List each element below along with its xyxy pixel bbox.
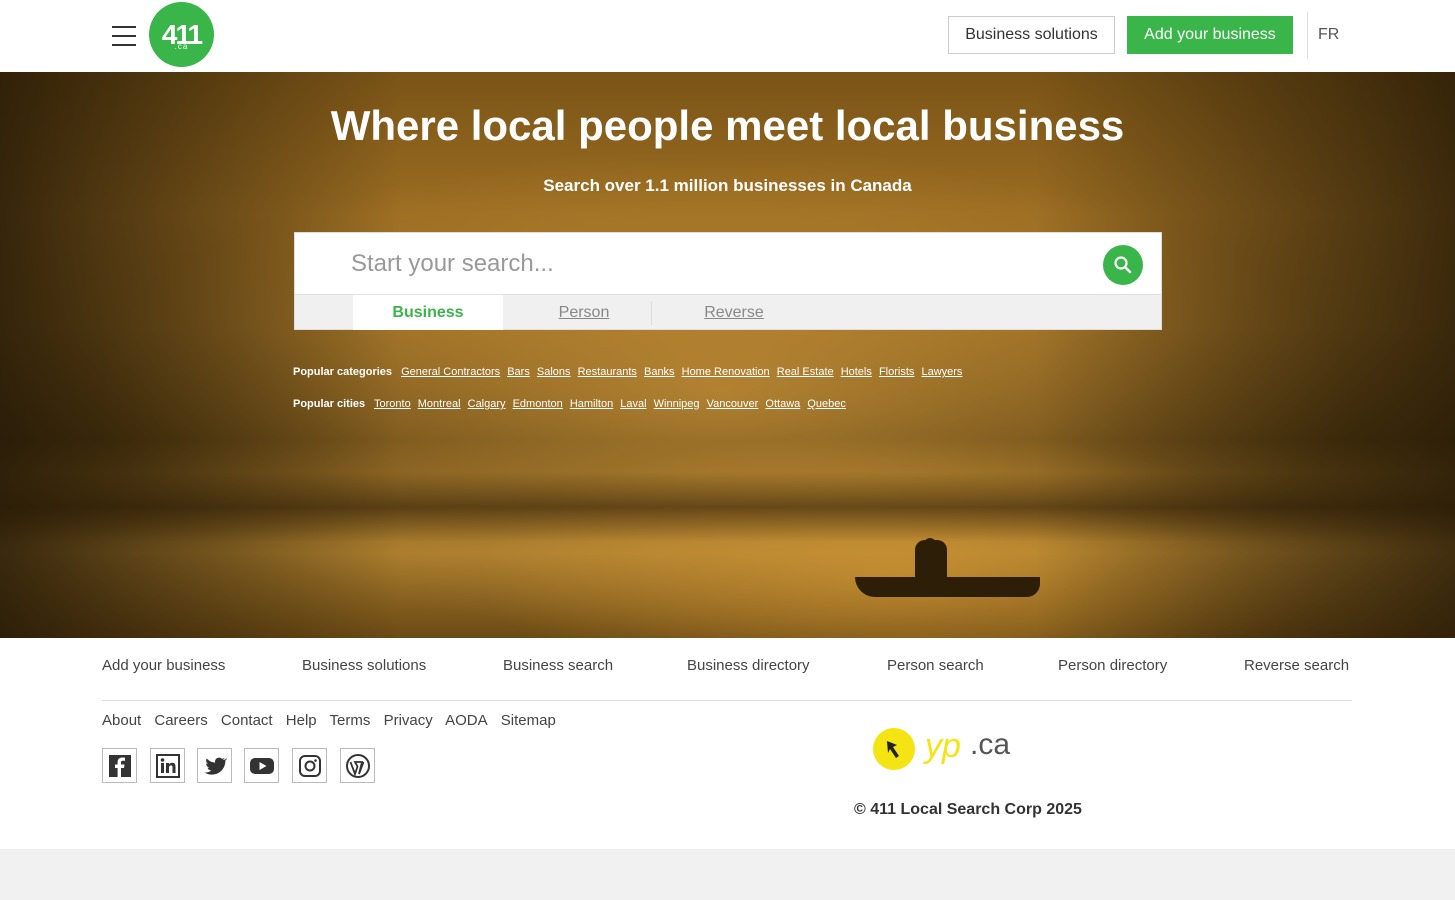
site-header: 411 .ca Business solutions Add your busi… [0, 0, 1455, 72]
linkedin-icon[interactable] [150, 748, 185, 783]
tab-reverse[interactable]: Reverse [659, 295, 809, 330]
popular-categories-label: Popular categories [293, 366, 393, 378]
tab-person[interactable]: Person [509, 295, 659, 330]
footer-link-privacy[interactable]: Privacy [384, 712, 433, 729]
city-link[interactable]: Ottawa [765, 398, 800, 410]
hero-subtitle: Search over 1.1 million businesses in Ca… [543, 176, 912, 195]
footer-link-contact[interactable]: Contact [221, 712, 273, 729]
hero-background-left [0, 72, 400, 638]
copyright: © 411 Local Search Corp 2025 [854, 801, 1082, 818]
yp-logo[interactable]: yp .ca [873, 724, 1023, 774]
footer-link-sitemap[interactable]: Sitemap [501, 712, 556, 729]
add-business-button[interactable]: Add your business [1127, 16, 1293, 54]
popular-categories: Popular categories General Contractors B… [293, 366, 966, 378]
city-link[interactable]: Laval [620, 398, 646, 410]
logo-sub: .ca [174, 42, 189, 51]
search-box: Business Person Reverse [294, 232, 1162, 330]
tab-separator [651, 301, 652, 325]
menu-icon[interactable] [112, 26, 136, 46]
footer-nav-business-search[interactable]: Business search [503, 657, 613, 674]
footer-nav-business-directory[interactable]: Business directory [687, 657, 810, 674]
footer-nav-person-directory[interactable]: Person directory [1058, 657, 1167, 674]
header-divider [1307, 12, 1308, 59]
footer-link-terms[interactable]: Terms [330, 712, 371, 729]
site-logo[interactable]: 411 .ca [149, 2, 214, 67]
twitter-icon[interactable] [197, 748, 232, 783]
youtube-icon[interactable] [244, 748, 279, 783]
search-icon [1114, 256, 1132, 274]
category-link[interactable]: Bars [507, 366, 530, 378]
instagram-icon[interactable] [292, 748, 327, 783]
footer-link-about[interactable]: About [102, 712, 141, 729]
city-link[interactable]: Toronto [374, 398, 411, 410]
category-link[interactable]: Lawyers [921, 366, 962, 378]
category-link[interactable]: Hotels [841, 366, 872, 378]
footer-link-careers[interactable]: Careers [154, 712, 207, 729]
city-link[interactable]: Vancouver [707, 398, 759, 410]
facebook-icon[interactable] [102, 748, 137, 783]
hero-background-right [1035, 72, 1455, 638]
city-link[interactable]: Montreal [418, 398, 461, 410]
city-link[interactable]: Hamilton [570, 398, 613, 410]
search-input[interactable] [351, 247, 1091, 281]
footer-nav-person-search[interactable]: Person search [887, 657, 984, 674]
category-link[interactable]: General Contractors [401, 366, 500, 378]
category-link[interactable]: Home Renovation [682, 366, 770, 378]
popular-cities-label: Popular cities [293, 398, 366, 410]
footer-nav: Add your business Business solutions Bus… [102, 657, 1352, 677]
footer-divider [102, 700, 1352, 701]
city-link[interactable]: Winnipeg [654, 398, 700, 410]
business-solutions-button[interactable]: Business solutions [948, 16, 1115, 54]
footer-link-aoda[interactable]: AODA [445, 712, 488, 729]
yp-logo-text: yp [923, 727, 961, 765]
category-link[interactable]: Real Estate [777, 366, 834, 378]
city-link[interactable]: Quebec [807, 398, 846, 410]
hero-title: Where local people meet local business [330, 102, 1125, 149]
footer-links: About Careers Contact Help Terms Privacy… [102, 712, 565, 729]
footer-link-help[interactable]: Help [286, 712, 317, 729]
city-link[interactable]: Calgary [468, 398, 506, 410]
category-link[interactable]: Restaurants [578, 366, 637, 378]
footer-nav-reverse-search[interactable]: Reverse search [1244, 657, 1349, 674]
tab-business[interactable]: Business [353, 295, 503, 330]
hero-section: Where local people meet local business S… [0, 72, 1455, 638]
language-toggle[interactable]: FR [1318, 26, 1339, 44]
search-button[interactable] [1103, 245, 1143, 285]
site-footer: Add your business Business solutions Bus… [0, 638, 1455, 849]
category-link[interactable]: Salons [537, 366, 571, 378]
wordpress-icon[interactable] [340, 748, 375, 783]
fisher-head-silhouette [924, 538, 936, 550]
boat-silhouette [855, 577, 1040, 597]
yp-logo-ca: .ca [970, 728, 1010, 761]
category-link[interactable]: Banks [644, 366, 675, 378]
city-link[interactable]: Edmonton [513, 398, 563, 410]
footer-nav-business-solutions[interactable]: Business solutions [302, 657, 426, 674]
hero-background-shore [0, 472, 1455, 542]
popular-cities: Popular cities Toronto Montreal Calgary … [293, 398, 850, 410]
footer-nav-add-business[interactable]: Add your business [102, 657, 225, 674]
search-tabs: Business Person Reverse [295, 294, 1161, 330]
category-link[interactable]: Florists [879, 366, 914, 378]
